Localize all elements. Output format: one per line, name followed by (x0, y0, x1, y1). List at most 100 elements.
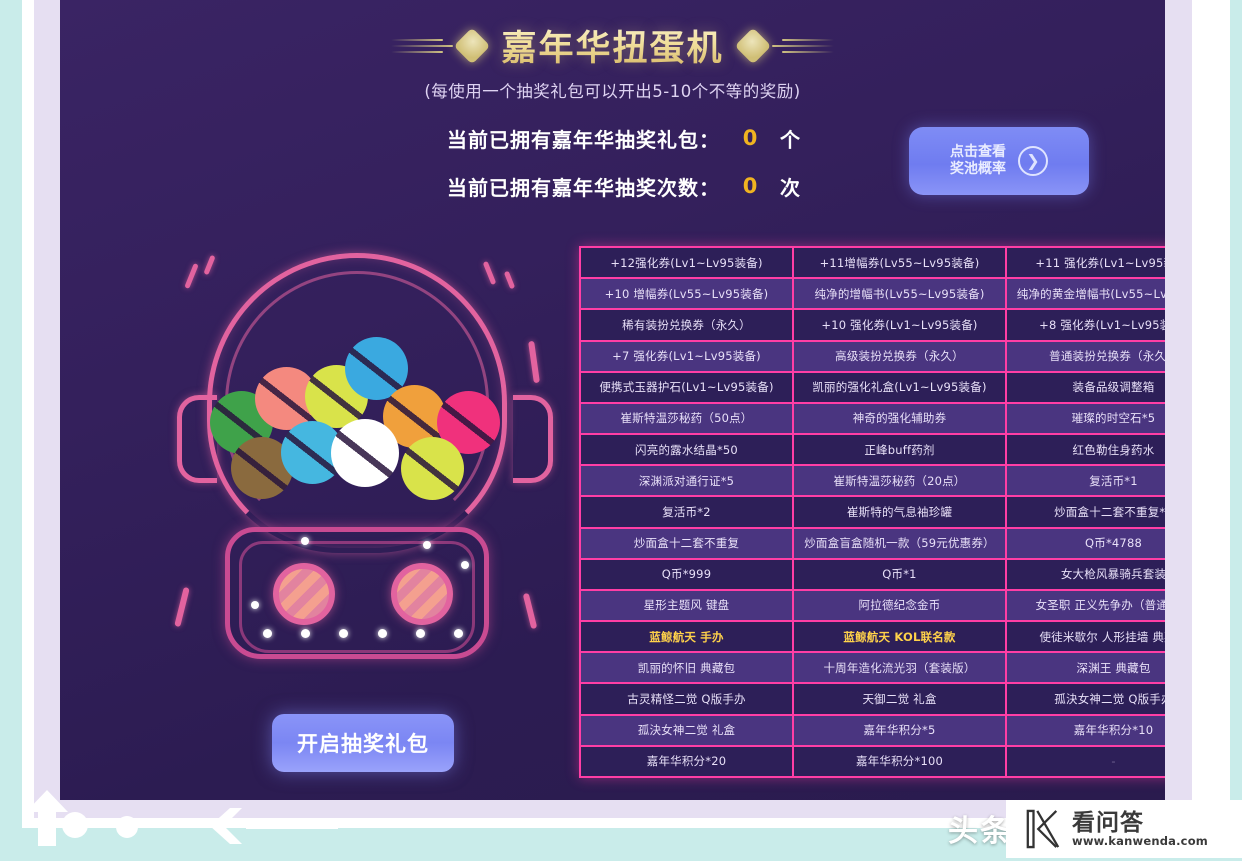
prize-table-cell: 阿拉德纪念金币 (794, 590, 1007, 621)
prize-table-row: 稀有装扮兑换券（永久） +10 强化券(Lv1~Lv95装备) +8 强化券(Lv1… (581, 310, 1165, 342)
activity-panel: 嘉年华扭蛋机 (每使用一个抽奖礼包可以开出5-10个不等的奖励) 当前已拥有嘉年… (60, 0, 1165, 800)
prize-table: +12强化券(Lv1~Lv95装备) +11增幅券(Lv55~Lv95装备) +11… (579, 246, 1165, 778)
prize-table-row: 便携式玉器护石(Lv1~Lv95装备) 凯丽的强化礼盒(Lv1~Lv95装备) 装备… (581, 372, 1165, 404)
counter-unit: 个 (780, 127, 800, 152)
prize-table-cell: 嘉年华积分*5 (794, 715, 1007, 745)
prize-table-cell: 深渊王 典藏包 (1076, 660, 1151, 675)
prize-table-cell: 孤決女神二觉 Q版手办 (1054, 691, 1165, 706)
counter-row-gift-pack: 当前已拥有嘉年华抽奖礼包： 0 个 (415, 118, 885, 158)
prize-table-cell: 女圣职 正义先争办（普通版） (1035, 598, 1165, 613)
prize-table-cell: 十周年造化流光羽（套装版） (794, 653, 1007, 683)
prize-table-cell: 古灵精怪二觉 Q版手办 (581, 684, 794, 714)
prize-table-cell: 纯净的黄金增幅书(Lv55~Lv95装备) (1016, 286, 1165, 301)
view-probability-line2: 奖池概率 (950, 161, 1006, 177)
prize-table-cell: Q币*1 (794, 559, 1007, 589)
prize-table-cell: 天御二觉 礼盒 (794, 684, 1007, 714)
prize-table-cell: 凯丽的强化礼盒(Lv1~Lv95装备) (794, 372, 1007, 402)
prize-table-cell: +11 强化券(Lv1~Lv95装备) (1035, 255, 1165, 270)
prize-table-row: 炒面盒十二套不重复 炒面盒盲盒随机一款（59元优惠券） Q币*4788 (581, 528, 1165, 560)
prize-table-cell: +12强化券(Lv1~Lv95装备) (581, 248, 794, 278)
prize-table-row: 嘉年华积分*20 嘉年华积分*100 - (581, 746, 1165, 776)
prize-table-row: +12强化券(Lv1~Lv95装备) +11增幅券(Lv55~Lv95装备) +11… (581, 248, 1165, 280)
prize-table-cell: 复活币*1 (1089, 473, 1138, 488)
prize-table-row: 复活币*2 崔斯特的气息袖珍罐 炒面盒十二套不重复*8 (581, 497, 1165, 529)
prize-table-row: Q币*999 Q币*1 女大枪风暴骑兵套装 (581, 559, 1165, 591)
counter-unit: 次 (780, 175, 800, 200)
prize-table-row: +10 增幅券(Lv55~Lv95装备) 纯净的增幅书(Lv55~Lv95装备) 纯… (581, 279, 1165, 311)
kanwenda-watermark: 看问答 www.kanwenda.com (1006, 800, 1242, 858)
prize-table-row: 闪亮的露水结晶*50 正峰buff药剂 红色勒住身药水 (581, 435, 1165, 467)
prize-table-cell: 纯净的增幅书(Lv55~Lv95装备) (794, 279, 1007, 309)
prize-table-row: 孤決女神二觉 礼盒 嘉年华积分*5 嘉年华积分*10 (581, 715, 1165, 747)
prize-table-row: 星形主题风 键盘阿拉德纪念金币 女圣职 正义先争办（普通版） (581, 590, 1165, 623)
capsule (331, 419, 399, 487)
prize-table-cell: 稀有装扮兑换券（永久） (581, 310, 794, 340)
prize-table-cell: +8 强化券(Lv1~Lv95装备) (1039, 317, 1165, 332)
gold-diamond-icon (454, 27, 491, 64)
prize-table-cell: 女大枪风暴骑兵套装 (1060, 567, 1165, 582)
prize-table-cell: 崔斯特的气息袖珍罐 (794, 497, 1007, 527)
prize-table-cell: 凯丽的怀旧 典藏包 (581, 653, 794, 683)
gold-diamond-icon (734, 27, 771, 64)
capsule (401, 437, 464, 500)
prize-table-cell: 蓝鲸航天 手办 (581, 622, 794, 652)
prize-table-cell: 闪亮的露水结晶*50 (581, 435, 794, 465)
counter-value: 0 (742, 174, 758, 198)
view-probability-line1: 点击查看 (950, 144, 1006, 160)
k-logo-icon (1026, 809, 1060, 849)
prize-table-cell: +10 强化券(Lv1~Lv95装备) (794, 310, 1007, 340)
coin-slot-right-icon[interactable] (391, 563, 453, 625)
prize-table-row: +7 强化券(Lv1~Lv95装备) 高级装扮兑换券（永久） 普通装扮兑换券（永久） (581, 341, 1165, 373)
prize-table-cell: 复活币*2 (581, 497, 794, 527)
counters-group: 当前已拥有嘉年华抽奖礼包： 0 个 当前已拥有嘉年华抽奖次数： 0 次 (415, 118, 885, 214)
machine-base-dots (263, 629, 463, 638)
toutiao-watermark: 头条 (948, 814, 1012, 849)
prize-table-cell: 崔斯特温莎秘药（20点） (794, 466, 1007, 496)
page-title: 嘉年华扭蛋机 (501, 20, 723, 71)
counter-label: 当前已拥有嘉年华抽奖次数： (447, 175, 720, 200)
prize-table-cell: 蓝鲸航天 KOL联名款 (794, 622, 1007, 652)
prize-table-cell: 璀璨的时空石*5 (1071, 411, 1156, 426)
gashapon-machine: 抽1次 抽10次 (155, 245, 575, 685)
prize-table-cell: 嘉年华积分*20 (581, 746, 794, 776)
counter-row-draw-times: 当前已拥有嘉年华抽奖次数： 0 次 (415, 166, 885, 206)
prize-table-row: 蓝鲸航天 手办蓝鲸航天 KOL联名款 使徒米歇尔 人形挂墙 典藏包 (581, 622, 1165, 654)
prize-table-row: 崔斯特温莎秘药（50点） 神奇的强化辅助券 璀璨的时空石*5 (581, 403, 1165, 436)
prize-table-cell: 深渊派对通行证*5 (581, 466, 794, 496)
prize-table-cell: +10 增幅券(Lv55~Lv95装备) (581, 279, 794, 309)
prize-table-cell: 星形主题风 键盘 (581, 590, 794, 621)
view-probability-button[interactable]: 点击查看 奖池概率 ❯ (909, 127, 1089, 195)
kanwenda-title: 看问答 (1072, 809, 1144, 836)
prize-table-cell: 便携式玉器护石(Lv1~Lv95装备) (581, 372, 794, 402)
prize-table-row: 古灵精怪二觉 Q版手办 天御二觉 礼盒 孤決女神二觉 Q版手办 (581, 684, 1165, 716)
open-gift-pack-button[interactable]: 开启抽奖礼包 (272, 714, 454, 772)
chevron-right-circle-icon: ❯ (1018, 146, 1048, 176)
prize-table-cell: 孤決女神二觉 礼盒 (581, 715, 794, 745)
prize-table-cell: 高级装扮兑换券（永久） (794, 341, 1007, 371)
prize-table-cell: 炒面盒十二套不重复*8 (1054, 504, 1165, 519)
title-ornament-left (391, 27, 491, 64)
prize-table-cell: 神奇的强化辅助券 (794, 403, 1007, 434)
prize-table-cell: - (1111, 754, 1116, 769)
prize-table-cell: +7 强化券(Lv1~Lv95装备) (581, 341, 794, 371)
prize-table-cell: 正峰buff药剂 (794, 435, 1007, 465)
prize-table-cell: 装备品级调整箱 (1072, 380, 1155, 395)
prize-table-cell: 崔斯特温莎秘药（50点） (581, 403, 794, 434)
prize-table-cell: 嘉年华积分*10 (1073, 723, 1154, 738)
counter-value: 0 (742, 126, 758, 150)
counter-label: 当前已拥有嘉年华抽奖礼包： (447, 127, 720, 152)
coin-slot-left-icon[interactable] (273, 563, 335, 625)
prize-table-cell: 炒面盒十二套不重复 (581, 528, 794, 558)
prize-table-row: 凯丽的怀旧 典藏包 十周年造化流光羽（套装版） 深渊王 典藏包 (581, 653, 1165, 685)
kanwenda-text: 看问答 www.kanwenda.com (1072, 811, 1208, 847)
prize-table-cell: 使徒米歇尔 人形挂墙 典藏包 (1039, 629, 1165, 644)
prize-table-cell: 嘉年华积分*100 (794, 746, 1007, 776)
kanwenda-url: www.kanwenda.com (1072, 834, 1208, 849)
prize-table-cell: Q币*4788 (1085, 536, 1142, 551)
view-probability-label: 点击查看 奖池概率 (950, 144, 1006, 178)
machine-ear-right (513, 395, 553, 483)
machine-ear-left (177, 395, 217, 483)
title-ornament-right (734, 27, 834, 64)
prize-table-cell: 普通装扮兑换券（永久） (1049, 349, 1165, 364)
prize-table-cell: Q币*999 (581, 559, 794, 589)
